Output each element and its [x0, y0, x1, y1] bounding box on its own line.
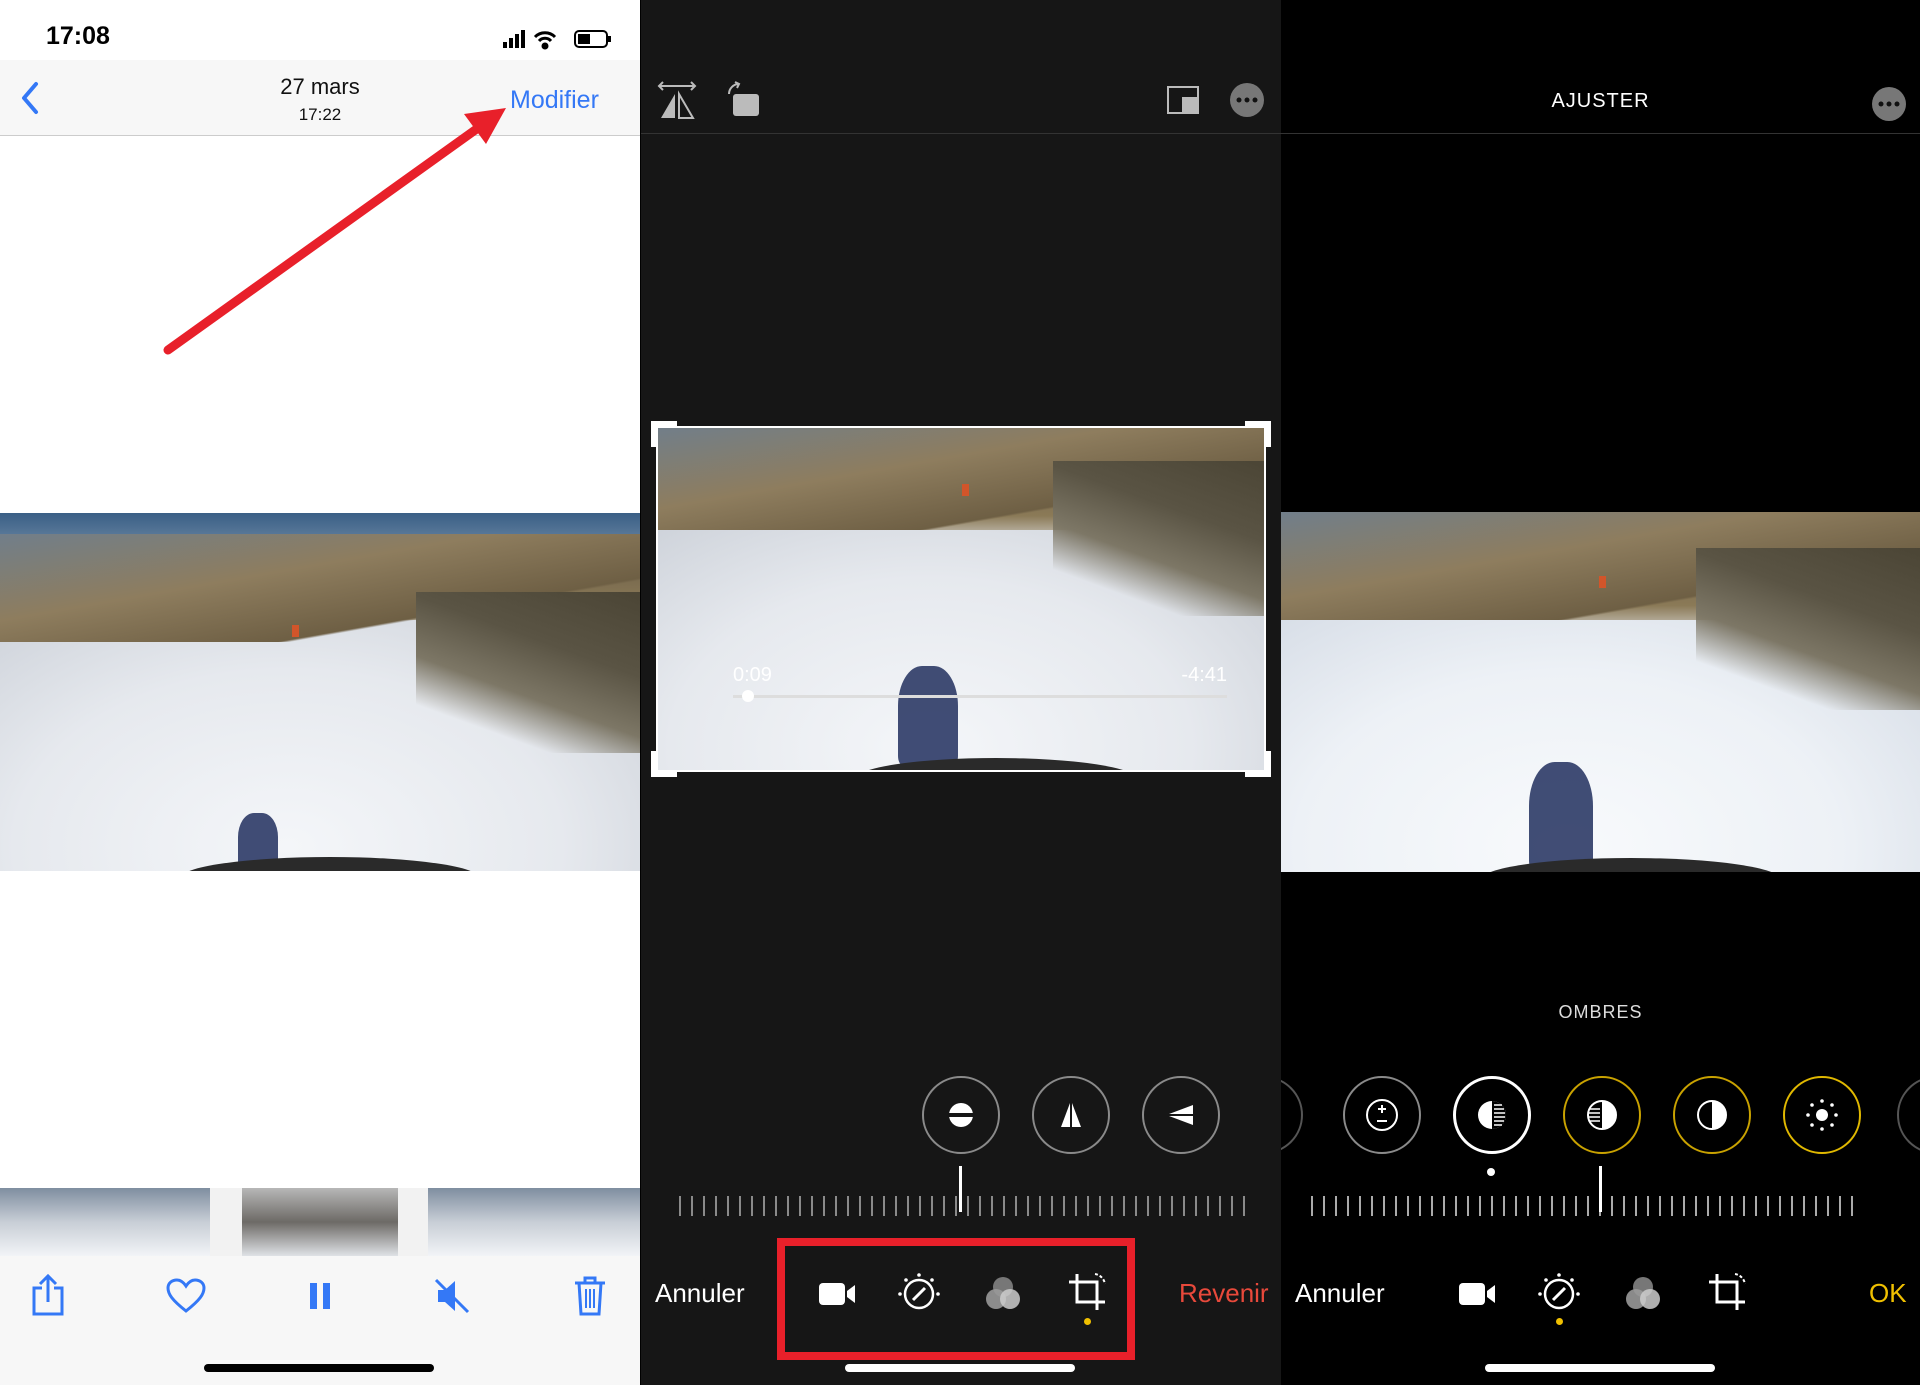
crop-corner-handle[interactable] [1245, 421, 1271, 447]
video-remaining-time: -4:41 [1181, 664, 1227, 686]
video-camera-icon[interactable] [1455, 1272, 1499, 1316]
speaker-muted-icon[interactable] [430, 1274, 474, 1318]
editor-top-bar [641, 0, 1281, 134]
video-scrubber-knob[interactable] [741, 690, 754, 702]
home-indicator [845, 1364, 1075, 1372]
home-indicator [204, 1364, 434, 1372]
editor-mode-title: AJUSTER [1551, 90, 1650, 112]
crop-corner-handle[interactable] [1245, 751, 1271, 777]
brightness-icon [1806, 1099, 1838, 1131]
thumbnail-current[interactable] [242, 1188, 398, 1256]
more-options-icon[interactable] [1225, 78, 1269, 122]
aspect-ratio-icon[interactable] [1161, 78, 1205, 122]
pause-icon[interactable] [298, 1274, 342, 1318]
horizontal-perspective-icon [1169, 1105, 1193, 1125]
signal-icon [503, 30, 525, 48]
battery-icon [574, 30, 611, 48]
bottom-toolbar [0, 1256, 640, 1385]
crop-corner-handle[interactable] [651, 421, 677, 447]
crop-editor-panel: 0:09 -4:41 Annuler Revenir [641, 0, 1281, 1385]
editor-top-bar: AJUSTER [1281, 0, 1920, 134]
brightness-button[interactable] [1783, 1076, 1861, 1154]
shadows-icon [1478, 1101, 1506, 1129]
active-tool-dot [1084, 1318, 1091, 1325]
adjustment-name: OMBRES [1558, 1002, 1643, 1022]
ok-button[interactable]: OK [1869, 1278, 1907, 1309]
photo-date: 27 mars [280, 74, 360, 99]
highlights-button[interactable] [1563, 1076, 1641, 1154]
wifi-icon [533, 31, 557, 50]
exposure-icon [1366, 1099, 1398, 1131]
rotate-icon[interactable] [721, 78, 765, 122]
crop-corner-handle[interactable] [651, 751, 677, 777]
horizontal-perspective-button[interactable] [1142, 1076, 1220, 1154]
selected-option-dot [1487, 1168, 1495, 1176]
adjust-dial-icon[interactable] [1537, 1272, 1581, 1316]
vertical-perspective-button[interactable] [1032, 1076, 1110, 1154]
crop-frame[interactable] [656, 426, 1266, 772]
straighten-button[interactable] [922, 1076, 1000, 1154]
highlights-icon [1587, 1100, 1617, 1130]
more-options-icon[interactable] [1867, 82, 1911, 126]
contrast-button[interactable] [1673, 1076, 1751, 1154]
photo-viewer-panel: 17:08 27 mars 17:22 Modifier [0, 0, 640, 1385]
status-icons [503, 28, 613, 55]
dial-indicator [959, 1166, 962, 1212]
contrast-icon [1697, 1100, 1727, 1130]
trash-icon[interactable] [568, 1274, 612, 1318]
vertical-perspective-icon [1061, 1103, 1081, 1127]
thumbnail[interactable] [0, 1188, 210, 1256]
active-tool-dot [1556, 1318, 1563, 1325]
status-time: 17:08 [46, 22, 110, 50]
video-scrubber-track[interactable] [733, 695, 1227, 698]
thumbnail[interactable] [428, 1188, 640, 1256]
adjust-option-partial[interactable] [1281, 1076, 1303, 1154]
cancel-button[interactable]: Annuler [655, 1278, 745, 1309]
crop-rotate-icon[interactable] [1065, 1270, 1109, 1314]
thumbnail-strip[interactable] [0, 1188, 640, 1256]
filters-icon[interactable] [981, 1272, 1025, 1316]
adjusted-video-preview[interactable] [1281, 512, 1920, 872]
home-indicator [1485, 1364, 1715, 1372]
adjust-editor-panel: AJUSTER OMBRES Annuler OK [1281, 0, 1920, 1385]
crop-rotate-icon[interactable] [1705, 1270, 1749, 1314]
filters-icon[interactable] [1621, 1272, 1665, 1316]
adjust-dial-icon[interactable] [897, 1272, 941, 1316]
exposure-button[interactable] [1343, 1076, 1421, 1154]
video-preview[interactable] [0, 513, 640, 871]
flip-icon[interactable] [655, 78, 699, 122]
back-chevron-icon[interactable] [16, 80, 46, 116]
shadows-button[interactable] [1453, 1076, 1531, 1154]
cancel-button[interactable]: Annuler [1295, 1278, 1385, 1309]
adjustment-slider[interactable] [1311, 1196, 1855, 1216]
share-icon[interactable] [26, 1274, 70, 1318]
annotation-arrow [163, 108, 506, 355]
adjust-option-partial[interactable] [1897, 1076, 1920, 1154]
heart-icon[interactable] [164, 1274, 208, 1318]
straighten-icon [945, 1103, 977, 1127]
adjustment-dial[interactable] [679, 1196, 1245, 1216]
edit-button[interactable]: Modifier [510, 86, 599, 115]
revert-button[interactable]: Revenir [1179, 1278, 1269, 1309]
video-elapsed-time: 0:09 [733, 664, 772, 686]
slider-indicator [1599, 1166, 1602, 1212]
video-camera-icon[interactable] [815, 1272, 859, 1316]
